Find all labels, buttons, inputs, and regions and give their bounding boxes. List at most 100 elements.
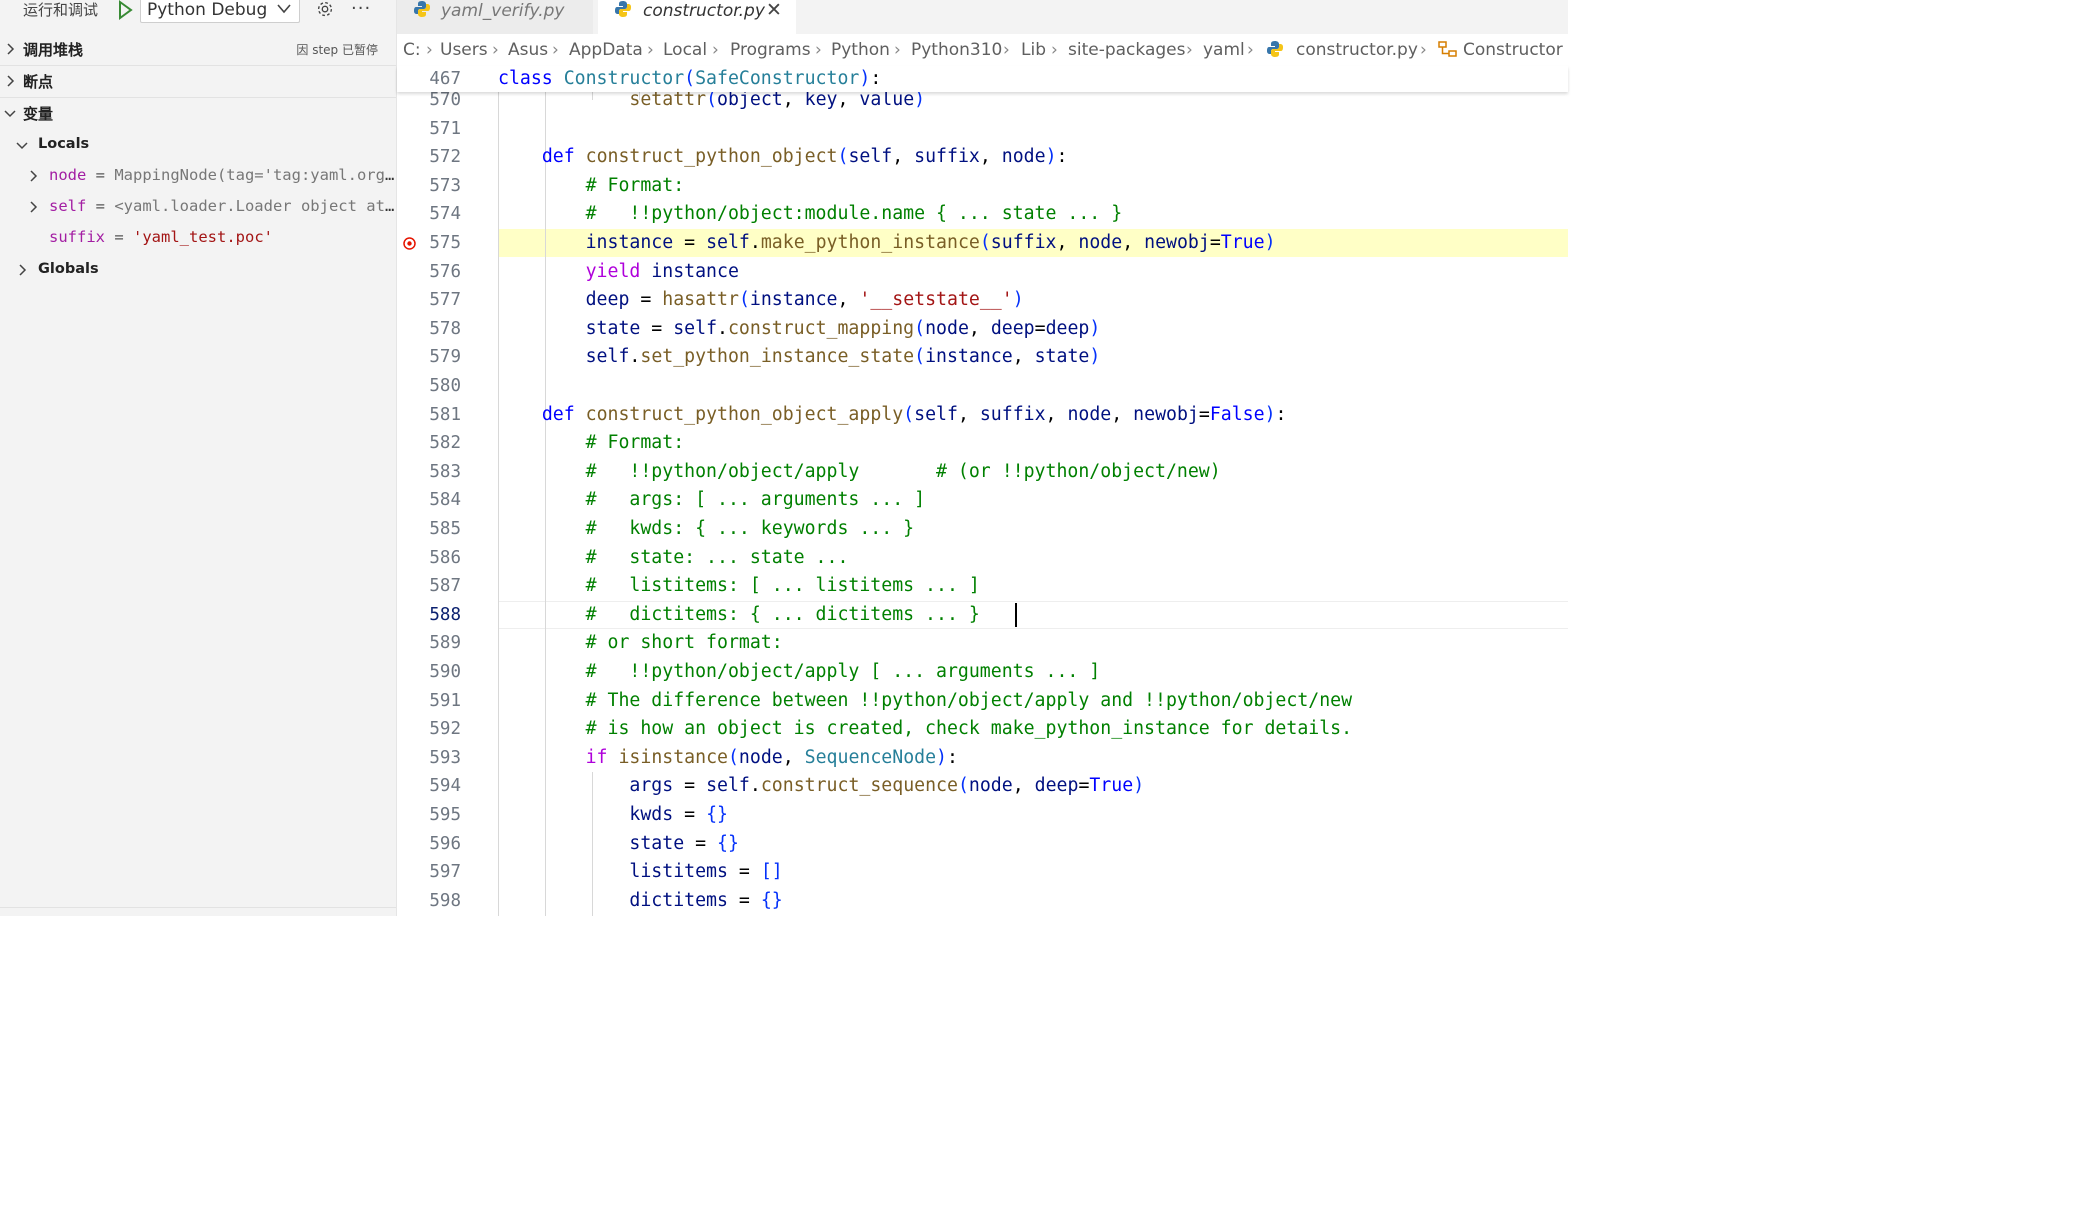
breadcrumb-item[interactable]: constructor.py bbox=[1296, 34, 1418, 66]
locals-scope[interactable]: Locals bbox=[0, 129, 396, 160]
line-number: 577 bbox=[429, 290, 461, 311]
line-number: 579 bbox=[429, 347, 461, 368]
breadcrumb-item[interactable]: Python310 bbox=[911, 34, 1002, 66]
code-text: args = self.construct_sequence(node, dee… bbox=[629, 775, 1145, 797]
code-line: 577 deep = hasattr(instance, '__setstate… bbox=[397, 286, 1568, 315]
breadcrumb-item[interactable]: Asus bbox=[508, 34, 548, 66]
tab-yaml-verify[interactable]: yaml_verify.py bbox=[397, 0, 593, 34]
debug-config-select[interactable]: Python Debug bbox=[140, 0, 300, 23]
debug-side-panel: 运行和调试 Python Debug ··· 调用堆栈 因 step 已暂停 断… bbox=[0, 0, 397, 916]
line-number: 572 bbox=[429, 147, 461, 168]
code-text: # dictitems: { ... dictitems ... } bbox=[498, 603, 980, 625]
chevron-right-icon: › bbox=[1420, 40, 1427, 60]
breadcrumb-item[interactable]: AppData bbox=[569, 34, 643, 66]
breadcrumb-item[interactable]: Users bbox=[440, 34, 488, 66]
python-file-icon bbox=[1267, 41, 1283, 57]
line-number: 593 bbox=[429, 747, 461, 768]
breadcrumb-item[interactable]: Programs bbox=[730, 34, 811, 66]
breadcrumb-item[interactable]: yaml bbox=[1203, 34, 1245, 66]
sticky-scroll-header[interactable]: 467 class Constructor(SafeConstructor): bbox=[397, 66, 1568, 92]
code-text: # is how an object is created, check mak… bbox=[498, 718, 1353, 740]
line-number: 597 bbox=[429, 862, 461, 883]
locals-label: Locals bbox=[38, 136, 90, 152]
editor-tabs: yaml_verify.py constructor.py ✕ bbox=[397, 0, 1568, 34]
variable-value: MappingNode(tag='tag:yaml.org,2002:pytho… bbox=[114, 166, 395, 184]
code-text: # state: ... state ... bbox=[498, 546, 849, 568]
line-number: 581 bbox=[429, 404, 461, 425]
globals-scope[interactable]: Globals bbox=[0, 254, 396, 285]
variable-name: self bbox=[49, 197, 87, 215]
breadcrumb-item[interactable]: C: bbox=[403, 34, 421, 66]
line-number: 584 bbox=[429, 490, 461, 511]
code-text: # args: [ ... arguments ... ] bbox=[498, 489, 926, 511]
gear-icon[interactable] bbox=[314, 0, 336, 20]
debug-config-label: Python Debug bbox=[147, 0, 268, 20]
breadcrumb-item[interactable]: Local bbox=[663, 34, 707, 66]
code-text: kwds = {} bbox=[629, 804, 728, 825]
line-number: 596 bbox=[429, 833, 461, 854]
breakpoints-section-header[interactable]: 断点 bbox=[0, 66, 396, 98]
code-line: 588 # dictitems: { ... dictitems ... } bbox=[397, 601, 1568, 630]
line-number: 575 bbox=[429, 233, 461, 253]
run-and-debug-title: 运行和调试 bbox=[23, 1, 99, 19]
code-line: 578 state = self.construct_mapping(node,… bbox=[397, 315, 1568, 344]
code-line: 592 # is how an object is created, check… bbox=[397, 715, 1568, 744]
code-text: self.set_python_instance_state(instance,… bbox=[585, 346, 1101, 368]
line-number: 573 bbox=[429, 175, 461, 196]
chevron-right-icon bbox=[30, 201, 38, 213]
divider bbox=[0, 907, 396, 908]
line-number: 594 bbox=[429, 776, 461, 797]
line-number: 576 bbox=[429, 261, 461, 282]
code-line: 591 # The difference between !!python/ob… bbox=[397, 687, 1568, 716]
chevron-right-icon: › bbox=[552, 40, 559, 60]
code-text: # kwds: { ... keywords ... } bbox=[498, 518, 915, 539]
code-text: # !!python/object/apply [ ... arguments … bbox=[498, 661, 1101, 682]
tab-constructor[interactable]: constructor.py ✕ bbox=[598, 0, 796, 34]
variables-label: 变量 bbox=[23, 105, 54, 123]
breadcrumb-item[interactable]: site-packages bbox=[1068, 34, 1185, 66]
start-debugging-icon[interactable] bbox=[117, 0, 133, 20]
chevron-right-icon: › bbox=[1247, 40, 1254, 60]
code-text: # !!python/object/apply # (or !!python/o… bbox=[498, 460, 1221, 482]
chevron-down-icon bbox=[277, 4, 291, 14]
close-icon[interactable]: ✕ bbox=[766, 0, 782, 21]
line-number: 582 bbox=[429, 433, 461, 454]
code-line: 587 # listitems: [ ... listitems ... ] bbox=[397, 572, 1568, 601]
code-line: 598 dictitems = {} bbox=[397, 887, 1568, 916]
variable-node[interactable]: node = MappingNode(tag='tag:yaml.org,200… bbox=[0, 160, 396, 191]
variable-self[interactable]: self = <yaml.loader.Loader object at 0x0… bbox=[0, 191, 396, 222]
chevron-right-icon: › bbox=[815, 40, 822, 60]
line-number: 589 bbox=[429, 633, 461, 654]
line-number: 587 bbox=[429, 576, 461, 597]
code-text: def construct_python_object_apply(self, … bbox=[541, 403, 1287, 425]
breadcrumb-item[interactable]: Constructor bbox=[1463, 34, 1563, 66]
breadcrumb-item[interactable]: Lib bbox=[1021, 34, 1046, 66]
line-number: 574 bbox=[429, 204, 461, 225]
call-stack-section-header[interactable]: 调用堆栈 因 step 已暂停 bbox=[0, 34, 396, 66]
code-line: 579 self.set_python_instance_state(insta… bbox=[397, 343, 1568, 372]
chevron-right-icon: › bbox=[1003, 40, 1010, 60]
variables-section-header[interactable]: 变量 bbox=[0, 98, 396, 130]
chevron-right-icon bbox=[19, 264, 27, 276]
chevron-right-icon: › bbox=[894, 40, 901, 60]
variable-suffix[interactable]: suffix = 'yaml_test.poc' bbox=[0, 222, 396, 253]
tab-label: yaml_verify.py bbox=[441, 1, 565, 21]
more-actions-icon[interactable]: ··· bbox=[351, 0, 371, 19]
python-file-icon bbox=[615, 1, 631, 17]
breadcrumb-item[interactable]: Python bbox=[831, 34, 890, 66]
chevron-right-icon: › bbox=[1051, 40, 1058, 60]
code-area[interactable]: 570 setattr(object, key, value) 571 572 … bbox=[397, 86, 1568, 916]
line-number: 583 bbox=[429, 461, 461, 482]
code-line: 586 # state: ... state ... bbox=[397, 544, 1568, 573]
class-symbol-icon bbox=[1438, 41, 1457, 57]
line-number: 580 bbox=[429, 376, 461, 396]
code-text: # Format: bbox=[498, 432, 685, 454]
code-line: 572 def construct_python_object(self, su… bbox=[397, 143, 1568, 172]
code-text: # !!python/object:module.name { ... stat… bbox=[498, 203, 1123, 225]
code-text: listitems = [] bbox=[629, 861, 783, 883]
code-line: 596 state = {} bbox=[397, 830, 1568, 859]
line-number: 571 bbox=[429, 118, 461, 139]
line-number: 585 bbox=[429, 519, 461, 539]
line-number: 595 bbox=[429, 805, 461, 825]
editor-area: yaml_verify.py constructor.py ✕ C: › Use… bbox=[397, 0, 1568, 916]
